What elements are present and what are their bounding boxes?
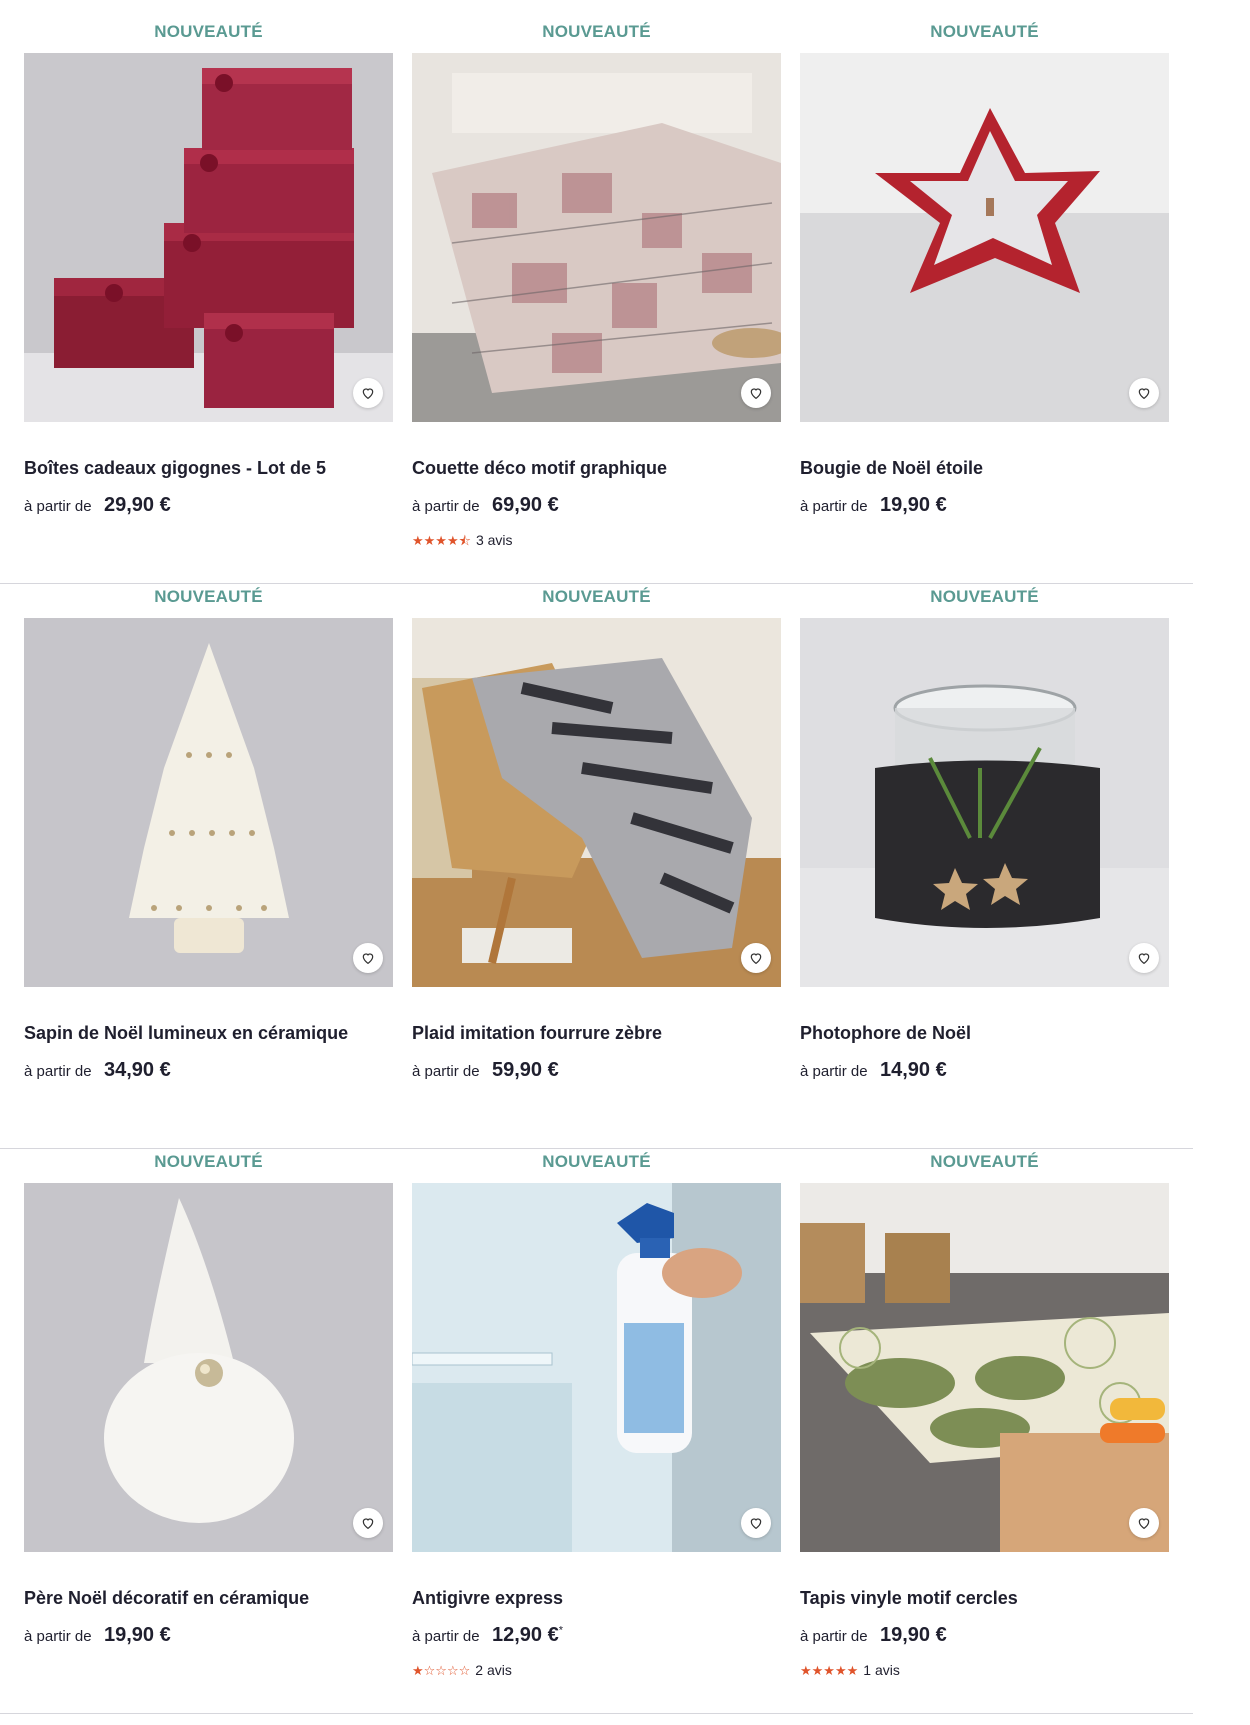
product-title[interactable]: Sapin de Noël lumineux en céramique xyxy=(24,1023,348,1044)
new-badge: NOUVEAUTÉ xyxy=(542,587,651,606)
product-image[interactable] xyxy=(800,53,1169,422)
new-badge: NOUVEAUTÉ xyxy=(154,1152,263,1171)
favorite-heart-icon[interactable] xyxy=(1129,943,1159,973)
new-badge: NOUVEAUTÉ xyxy=(154,22,263,41)
rating-stars-icon: ★★★★★ xyxy=(800,1663,859,1678)
price-footnote-mark: * xyxy=(558,1624,564,1637)
price-prefix: à partir de xyxy=(800,1628,868,1645)
rating[interactable]: ★☆☆☆☆ 2 avis xyxy=(412,1662,512,1679)
product-image[interactable] xyxy=(800,618,1169,987)
price-prefix: à partir de xyxy=(412,498,480,515)
favorite-heart-icon[interactable] xyxy=(741,378,771,408)
favorite-heart-icon[interactable] xyxy=(1129,378,1159,408)
favorite-heart-icon[interactable] xyxy=(353,943,383,973)
rating-stars-icon: ★★★★⯪ xyxy=(412,533,471,548)
price-line: à partir de 12,90 €* xyxy=(412,1624,563,1647)
favorite-heart-icon[interactable] xyxy=(353,1508,383,1538)
product-title[interactable]: Bougie de Noël étoile xyxy=(800,458,983,479)
price-line: à partir de 19,90 € xyxy=(800,1624,947,1647)
price-prefix: à partir de xyxy=(24,1628,92,1645)
review-count: 1 avis xyxy=(863,1662,900,1678)
new-badge: NOUVEAUTÉ xyxy=(542,22,651,41)
row-divider xyxy=(0,1713,1193,1714)
price: 19,90 € xyxy=(880,494,947,516)
review-count: 2 avis xyxy=(475,1662,512,1678)
price-line: à partir de 29,90 € xyxy=(24,494,171,517)
rating-stars-icon: ★☆☆☆☆ xyxy=(412,1663,471,1678)
price-prefix: à partir de xyxy=(800,498,868,515)
product-image[interactable] xyxy=(800,1183,1169,1552)
price-line: à partir de 69,90 € xyxy=(412,494,559,517)
price-line: à partir de 59,90 € xyxy=(412,1059,559,1082)
favorite-heart-icon[interactable] xyxy=(741,1508,771,1538)
price-line: à partir de 34,90 € xyxy=(24,1059,171,1082)
product-image[interactable] xyxy=(24,618,393,987)
product-title[interactable]: Boîtes cadeaux gigognes - Lot de 5 xyxy=(24,458,326,479)
price: 59,90 € xyxy=(492,1059,559,1081)
new-badge: NOUVEAUTÉ xyxy=(930,22,1039,41)
product-row: NOUVEAUTÉ Père Noël décoratif en céramiq… xyxy=(0,1130,1250,1695)
product-image[interactable] xyxy=(412,618,781,987)
price-line: à partir de 19,90 € xyxy=(24,1624,171,1647)
product-image[interactable] xyxy=(412,1183,781,1552)
new-badge: NOUVEAUTÉ xyxy=(154,587,263,606)
product-title[interactable]: Couette déco motif graphique xyxy=(412,458,667,479)
price: 29,90 € xyxy=(104,494,171,516)
price: 19,90 € xyxy=(104,1624,171,1646)
price-prefix: à partir de xyxy=(24,498,92,515)
product-title[interactable]: Photophore de Noël xyxy=(800,1023,971,1044)
product-row: NOUVEAUTÉ Sapin de Noël lumineux en céra… xyxy=(0,565,1250,1130)
product-image[interactable] xyxy=(24,53,393,422)
price-prefix: à partir de xyxy=(412,1628,480,1645)
price: 19,90 € xyxy=(880,1624,947,1646)
rating[interactable]: ★★★★★ 1 avis xyxy=(800,1662,900,1679)
new-badge: NOUVEAUTÉ xyxy=(930,1152,1039,1171)
product-row: NOUVEAUTÉ Boîtes cadeaux gigognes - Lot … xyxy=(0,0,1250,565)
price-prefix: à partir de xyxy=(800,1063,868,1080)
favorite-heart-icon[interactable] xyxy=(1129,1508,1159,1538)
review-count: 3 avis xyxy=(475,532,513,548)
product-title[interactable]: Plaid imitation fourrure zèbre xyxy=(412,1023,662,1044)
new-badge: NOUVEAUTÉ xyxy=(542,1152,651,1171)
product-title[interactable]: Tapis vinyle motif cercles xyxy=(800,1588,1018,1609)
product-title[interactable]: Antigivre express xyxy=(412,1588,563,1609)
product-title[interactable]: Père Noël décoratif en céramique xyxy=(24,1588,309,1609)
price: 12,90 €* xyxy=(492,1624,564,1646)
product-image[interactable] xyxy=(24,1183,393,1552)
price-prefix: à partir de xyxy=(412,1063,480,1080)
favorite-heart-icon[interactable] xyxy=(353,378,383,408)
product-image[interactable] xyxy=(412,53,781,422)
favorite-heart-icon[interactable] xyxy=(741,943,771,973)
rating[interactable]: ★★★★⯪ 3 avis xyxy=(412,532,513,554)
price-prefix: à partir de xyxy=(24,1063,92,1080)
price: 34,90 € xyxy=(104,1059,171,1081)
price-line: à partir de 14,90 € xyxy=(800,1059,947,1082)
new-badge: NOUVEAUTÉ xyxy=(930,587,1039,606)
price-line: à partir de 19,90 € xyxy=(800,494,947,517)
price: 14,90 € xyxy=(880,1059,947,1081)
price: 69,90 € xyxy=(492,494,559,516)
